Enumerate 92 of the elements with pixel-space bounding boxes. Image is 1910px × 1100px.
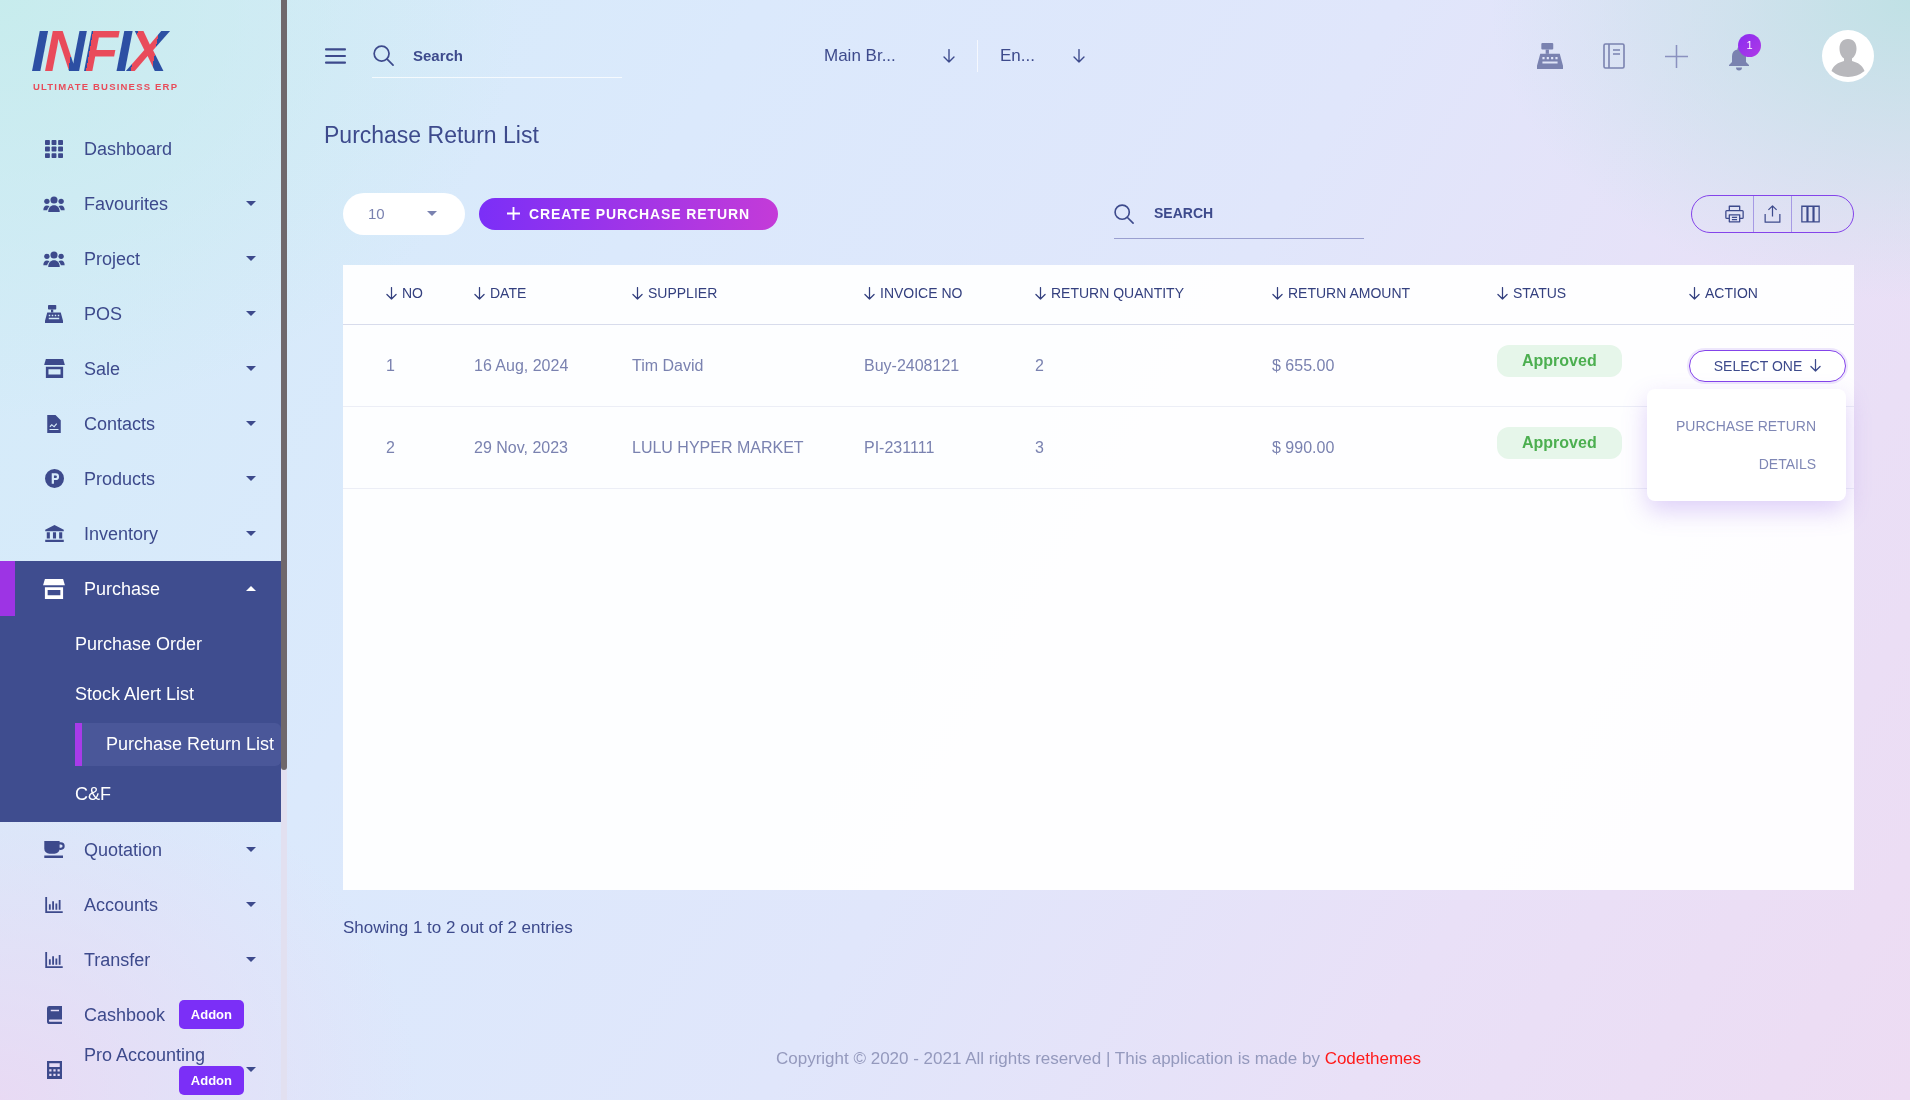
book-icon xyxy=(46,1005,62,1024)
table-cell: 2 xyxy=(1035,356,1044,374)
column-header[interactable]: DATE xyxy=(474,285,527,302)
sidebar-item[interactable]: Accounts xyxy=(0,877,281,932)
sidebar-item[interactable]: Dashboard xyxy=(0,121,281,176)
column-header[interactable]: STATUS xyxy=(1497,285,1567,302)
table-search-field[interactable]: SEARCH xyxy=(1114,188,1364,239)
caret-icon xyxy=(427,211,437,216)
arrow-down-icon xyxy=(1272,286,1283,300)
column-header[interactable]: INVOICE NO xyxy=(864,285,963,302)
document-icon xyxy=(47,414,61,433)
submenu-item[interactable]: C&F xyxy=(75,772,281,816)
arrow-down-icon xyxy=(386,286,397,300)
plus-icon xyxy=(507,207,520,220)
store-icon xyxy=(43,359,65,378)
arrow-down-icon xyxy=(1497,286,1508,300)
calculator-icon xyxy=(46,1060,62,1079)
sidebar-item[interactable]: Contacts xyxy=(0,396,281,451)
table-cell: $ 990.00 xyxy=(1272,438,1335,456)
mug-icon xyxy=(43,841,65,858)
sidebar-item[interactable]: Transfer xyxy=(0,932,281,987)
column-header[interactable]: RETURN AMOUNT xyxy=(1272,285,1411,302)
sidebar-item[interactable]: Cashbook Addon xyxy=(0,987,281,1042)
plus-icon[interactable] xyxy=(1665,44,1688,68)
store-icon xyxy=(43,578,65,599)
arrow-down-icon xyxy=(474,286,485,300)
sidebar-item[interactable]: Sale xyxy=(0,341,281,396)
page-size-select[interactable]: 10 xyxy=(343,192,465,235)
entries-summary: Showing 1 to 2 out of 2 entries xyxy=(343,917,573,939)
sidebar-item[interactable]: Products xyxy=(0,451,281,506)
sidebar-item[interactable]: Inventory xyxy=(0,506,281,561)
create-button[interactable]: CREATE PURCHASE RETURN xyxy=(479,197,778,230)
arrow-down-icon xyxy=(1689,286,1700,300)
arrow-down-icon xyxy=(1073,49,1085,63)
submenu-item[interactable]: Purchase Return List xyxy=(75,722,281,766)
sidebar-item[interactable]: Purchase xyxy=(0,561,281,616)
search-icon xyxy=(1114,203,1134,224)
copyright-text: Copyright © 2020 - 2021 All rights reserved | This application is made by Codethemes xyxy=(774,1048,1422,1070)
sidebar-item[interactable]: POS xyxy=(0,286,281,341)
sidebar-item[interactable]: Favourites xyxy=(0,176,281,231)
cash-register-icon xyxy=(45,304,63,323)
search-icon xyxy=(373,45,394,66)
arrow-down-icon xyxy=(1810,359,1822,372)
arrow-down-icon xyxy=(943,49,955,63)
arrow-down-icon xyxy=(632,286,643,300)
users-icon xyxy=(43,250,65,267)
bar-chart-icon xyxy=(45,951,63,968)
table-cell: LULU HYPER MARKET xyxy=(632,438,804,456)
bank-icon xyxy=(44,525,64,542)
arrow-down-icon xyxy=(1035,286,1046,300)
table-cell: 1 xyxy=(386,356,395,374)
column-header[interactable]: RETURN QUANTITY xyxy=(1035,285,1184,302)
submenu-item[interactable]: Stock Alert List xyxy=(75,672,281,716)
table-cell: Tim David xyxy=(632,356,704,374)
status-badge: Approved xyxy=(1497,344,1622,377)
table-cell: Buy-2408121 xyxy=(864,356,960,374)
columns-icon xyxy=(1801,204,1820,223)
addon-badge: Addon xyxy=(178,1000,244,1029)
addon-badge: Addon xyxy=(178,1066,244,1095)
arrow-down-icon xyxy=(864,286,875,300)
column-header[interactable]: SUPPLIER xyxy=(632,285,718,302)
users-icon xyxy=(43,195,65,212)
search-field[interactable]: Search xyxy=(372,34,622,78)
sidebar-item[interactable]: Project xyxy=(0,231,281,286)
branch-select[interactable]: Main Br... xyxy=(815,36,965,76)
column-header[interactable]: ACTION xyxy=(1689,285,1758,302)
page-title: Purchase Return List xyxy=(324,121,540,150)
menu-icon[interactable] xyxy=(325,48,346,64)
grid-icon xyxy=(45,139,63,158)
menu-item[interactable]: DETAILS xyxy=(1758,444,1816,483)
table-cell: 3 xyxy=(1035,438,1044,456)
language-select[interactable]: En... xyxy=(990,36,1095,76)
printer-icon xyxy=(1724,204,1744,223)
bar-chart-icon xyxy=(45,896,63,913)
table-cell: PI-231111 xyxy=(864,438,935,456)
table-cell: $ 655.00 xyxy=(1272,356,1335,374)
notebook-icon[interactable] xyxy=(1603,43,1625,69)
scrollbar-thumb[interactable] xyxy=(281,0,287,770)
table-cell: 2 xyxy=(386,438,395,456)
menu-item[interactable]: PURCHASE RETURN xyxy=(1676,406,1816,445)
status-badge: Approved xyxy=(1497,426,1622,459)
upload-icon xyxy=(1763,204,1782,223)
logo-tagline: ULTIMATE BUSINESS ERP xyxy=(33,81,179,92)
column-header[interactable]: NO xyxy=(386,285,423,302)
table-cell: 29 Nov, 2023 xyxy=(474,438,568,456)
notification-badge: 1 xyxy=(1738,34,1761,57)
sidebar-item[interactable]: Pro Accounting Addon xyxy=(0,1042,281,1097)
sidebar-item[interactable]: Quotation xyxy=(0,822,281,877)
select-one-button[interactable]: SELECT ONE xyxy=(1689,349,1846,382)
submenu-item[interactable]: Purchase Order xyxy=(75,622,281,666)
table-cell: 16 Aug, 2024 xyxy=(474,356,569,374)
cash-register-icon[interactable] xyxy=(1537,43,1563,69)
